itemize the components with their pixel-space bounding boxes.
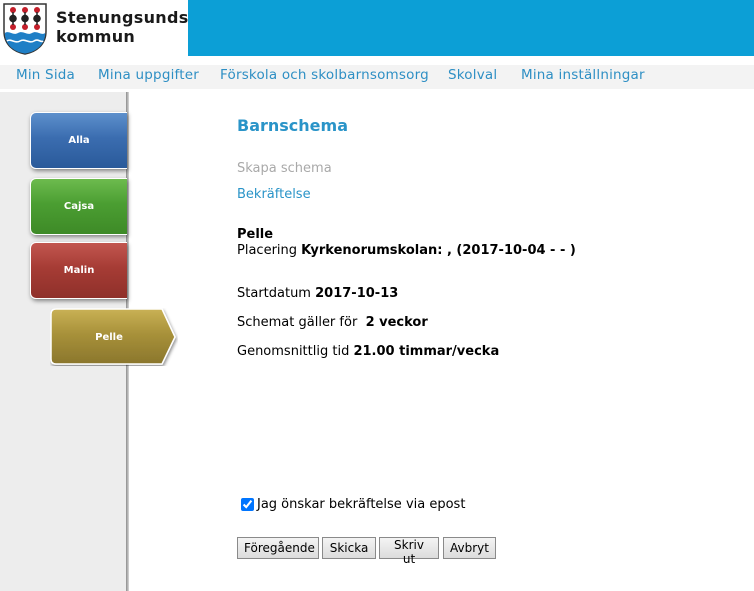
header: Stenungsunds kommun	[0, 0, 754, 57]
previous-button[interactable]: Föregående	[237, 537, 319, 559]
placement-label: Placering	[237, 243, 298, 258]
email-confirmation-label: Jag önskar bekräftelse via epost	[257, 497, 466, 512]
header-band	[188, 0, 754, 56]
email-confirmation-option[interactable]: Jag önskar bekräftelse via epost	[241, 497, 465, 512]
child-tab-pelle-label: Pelle	[95, 331, 123, 343]
nav-item-skolval[interactable]: Skolval	[448, 67, 497, 83]
average-time-row: Genomsnittlig tid 21.00 timmar/vecka	[237, 344, 499, 359]
validity-value: 2 veckor	[365, 315, 428, 330]
child-tab-pelle[interactable]: Pelle	[50, 308, 178, 366]
email-confirmation-checkbox[interactable]	[241, 498, 254, 511]
step-create-schedule[interactable]: Skapa schema	[237, 161, 332, 176]
start-date-label: Startdatum	[237, 286, 311, 301]
start-date-row: Startdatum 2017-10-13	[237, 286, 398, 301]
validity-row: Schemat gäller för 2 veckor	[237, 315, 428, 330]
start-date-value: 2017-10-13	[315, 286, 399, 301]
step-confirmation[interactable]: Bekräftelse	[237, 187, 311, 202]
cancel-button[interactable]: Avbryt	[443, 537, 496, 559]
average-time-label: Genomsnittlig tid	[237, 344, 350, 359]
nav-item-min-sida[interactable]: Min Sida	[16, 67, 75, 83]
logo-line-1: Stenungsunds	[56, 8, 189, 27]
nav-item-installningar[interactable]: Mina inställningar	[521, 67, 645, 83]
nav-item-mina-uppgifter[interactable]: Mina uppgifter	[98, 67, 199, 83]
main-nav: Min Sida Mina uppgifter Förskola och sko…	[0, 64, 754, 89]
child-tab-cajsa[interactable]: Cajsa	[30, 178, 127, 235]
send-button[interactable]: Skicka	[322, 537, 376, 559]
logo-line-2: kommun	[56, 27, 136, 46]
coat-of-arms-icon[interactable]	[3, 3, 47, 55]
validity-label: Schemat gäller för	[237, 315, 358, 330]
placement-value: Kyrkenorumskolan: , (2017-10-04 - - )	[301, 243, 576, 258]
average-time-value: 21.00 timmar/vecka	[353, 344, 500, 359]
child-tab-alla[interactable]: Alla	[30, 112, 127, 169]
print-button[interactable]: Skriv ut	[379, 537, 439, 566]
child-name: Pelle	[237, 227, 274, 242]
nav-item-forskola[interactable]: Förskola och skolbarnsomsorg	[220, 67, 429, 83]
child-tab-malin[interactable]: Malin	[30, 242, 127, 299]
municipality-name[interactable]: Stenungsunds kommun	[56, 8, 189, 46]
placement-info: Placering Kyrkenorumskolan: , (2017-10-0…	[237, 243, 576, 258]
page-title: Barnschema	[237, 116, 348, 135]
